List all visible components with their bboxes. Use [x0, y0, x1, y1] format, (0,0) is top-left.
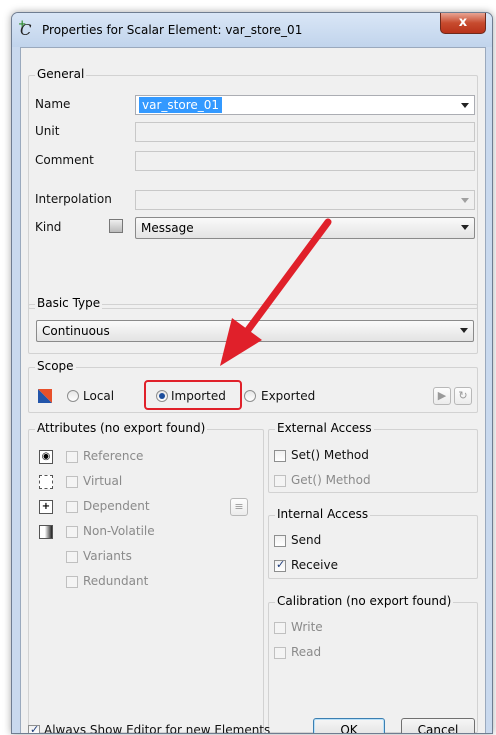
- properties-dialog: + C Properties for Scalar Element: var_st…: [11, 12, 493, 734]
- kind-label: Kind: [35, 220, 62, 234]
- non-volatile-checkbox[interactable]: [66, 526, 78, 538]
- name-dropdown-icon[interactable]: [461, 103, 469, 108]
- always-show-label: Always Show Editor for new Elements: [44, 723, 271, 734]
- kind-dropdown-icon[interactable]: [461, 225, 469, 230]
- write-label: Write: [291, 620, 323, 634]
- dependent-edit-button[interactable]: ≡: [230, 498, 248, 516]
- internal-access-legend: Internal Access: [275, 507, 371, 521]
- basic-type-value: Continuous: [42, 324, 110, 338]
- virtual-checkbox[interactable]: [66, 476, 78, 488]
- dependent-icon: +: [39, 500, 53, 514]
- scope-refresh-button[interactable]: ↻: [454, 387, 472, 405]
- comment-field[interactable]: [135, 151, 475, 171]
- read-label: Read: [291, 645, 322, 659]
- dialog-body: General Name var_store_01 Unit Comment I…: [20, 47, 486, 734]
- close-button[interactable]: x: [440, 13, 486, 34]
- scope-forward-button[interactable]: ▶: [433, 387, 451, 405]
- unit-field[interactable]: [135, 122, 475, 142]
- kind-combo[interactable]: Message: [135, 217, 475, 239]
- unit-label: Unit: [35, 124, 60, 138]
- variants-checkbox[interactable]: [66, 551, 78, 563]
- read-checkbox[interactable]: [274, 647, 286, 659]
- virtual-label: Virtual: [83, 474, 123, 488]
- non-volatile-icon: [39, 525, 53, 539]
- receive-label: Receive: [291, 558, 338, 572]
- imported-highlight: [144, 380, 242, 410]
- ok-button[interactable]: OK: [313, 718, 385, 733]
- kind-icon: [109, 219, 123, 233]
- get-method-checkbox[interactable]: [274, 475, 286, 487]
- dependent-label: Dependent: [83, 499, 150, 513]
- comment-label: Comment: [35, 153, 94, 167]
- virtual-icon: [39, 475, 53, 489]
- redundant-label: Redundant: [83, 574, 149, 588]
- write-checkbox[interactable]: [274, 622, 286, 634]
- interpolation-label: Interpolation: [35, 192, 112, 206]
- kind-value: Message: [141, 221, 194, 235]
- external-access-legend: External Access: [275, 421, 374, 435]
- scope-icon: [38, 389, 52, 403]
- set-method-checkbox[interactable]: [274, 450, 286, 462]
- attributes-legend: Attributes (no export found): [35, 421, 208, 435]
- general-legend: General: [35, 67, 87, 81]
- send-label: Send: [291, 533, 322, 547]
- window-title: Properties for Scalar Element: var_store…: [42, 23, 303, 37]
- send-checkbox[interactable]: [274, 535, 286, 547]
- app-icon: + C: [18, 19, 32, 39]
- set-method-label: Set() Method: [291, 448, 369, 462]
- dependent-checkbox[interactable]: [66, 501, 78, 513]
- redundant-checkbox[interactable]: [66, 576, 78, 588]
- title-bar: + C Properties for Scalar Element: var_st…: [12, 13, 492, 47]
- name-value: var_store_01: [139, 97, 223, 113]
- scope-exported-label: Exported: [261, 389, 316, 403]
- scope-exported-radio[interactable]: [244, 390, 256, 402]
- calibration-legend: Calibration (no export found): [275, 594, 454, 608]
- reference-label: Reference: [83, 449, 144, 463]
- get-method-label: Get() Method: [291, 473, 371, 487]
- name-field[interactable]: var_store_01: [135, 95, 475, 115]
- basic-type-combo[interactable]: Continuous: [36, 320, 474, 342]
- interpolation-combo[interactable]: [135, 190, 475, 210]
- receive-checkbox[interactable]: ✓: [274, 558, 286, 572]
- interpolation-dropdown-icon: [461, 198, 469, 203]
- scope-legend: Scope: [35, 359, 76, 373]
- basic-type-legend: Basic Type: [35, 296, 103, 310]
- non-volatile-label: Non-Volatile: [83, 524, 155, 538]
- scope-local-radio[interactable]: [67, 390, 79, 402]
- cancel-button[interactable]: Cancel: [401, 718, 475, 733]
- name-label: Name: [35, 97, 71, 111]
- basic-type-dropdown-icon[interactable]: [460, 328, 468, 333]
- always-show-checkbox[interactable]: ✓: [28, 723, 40, 733]
- reference-checkbox[interactable]: [66, 451, 78, 463]
- reference-icon: ◉: [39, 450, 53, 464]
- variants-label: Variants: [83, 549, 132, 563]
- scope-local-label: Local: [83, 389, 115, 403]
